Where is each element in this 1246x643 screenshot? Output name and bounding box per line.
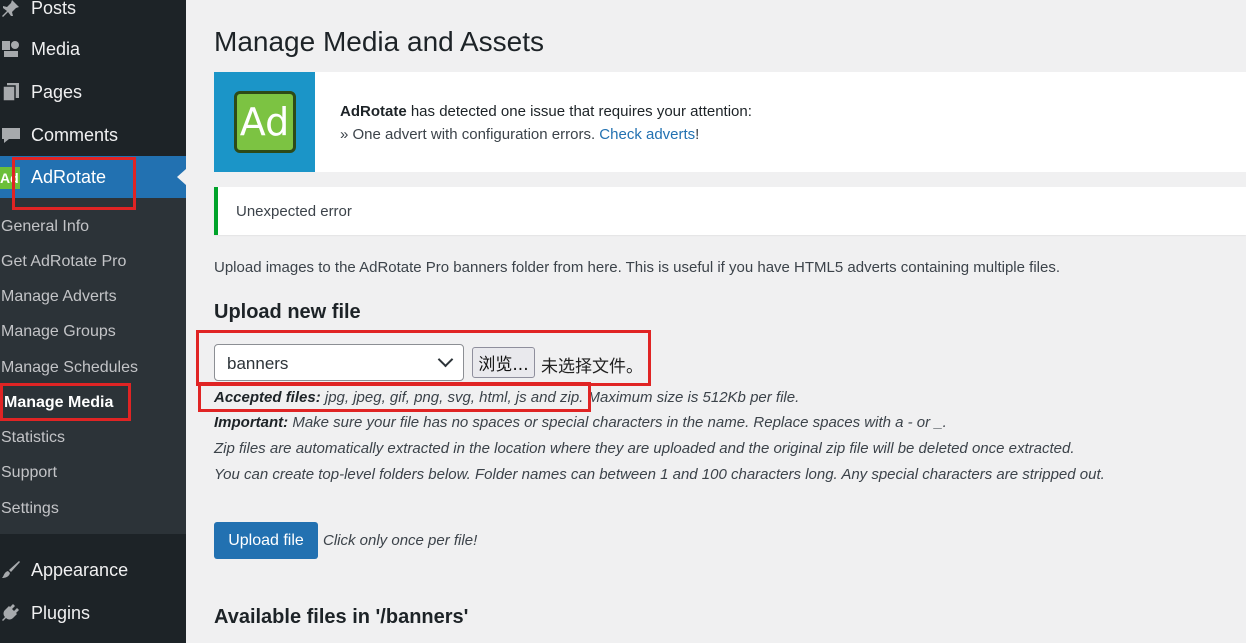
submenu-general-info[interactable]: General Info [1,218,89,236]
click-once-note: Click only once per file! [323,532,478,549]
submenu-settings[interactable]: Settings [1,500,59,518]
notice-line-2: » One advert with configuration errors. … [340,126,699,143]
current-menu-arrow [177,169,186,185]
accepted-files-text: jpg, jpeg, gif, png, svg, html, js and z… [320,389,800,406]
menu-label: Plugins [31,602,91,623]
menu-label: Pages [31,81,83,102]
notice-text: has detected one issue that requires you… [406,103,752,120]
menu-label: Comments [31,124,119,145]
upload-heading: Upload new file [214,301,361,323]
plug-icon [0,602,22,624]
folder-select[interactable]: banners [214,344,464,381]
brush-icon [0,559,22,581]
submenu-support[interactable]: Support [1,464,57,482]
menu-label: Posts [31,0,77,18]
menu-posts[interactable]: Posts [0,0,186,28]
menu-media[interactable]: Media [0,29,186,69]
adrotate-icon: Ad [0,167,20,189]
accepted-files-label: Accepted files: [214,389,321,406]
folder-select-value: banners [227,354,289,373]
menu-comments[interactable]: Comments [0,115,186,155]
page-title: Manage Media and Assets [214,26,544,57]
submenu-manage-adverts[interactable]: Manage Adverts [1,288,117,306]
pin-icon [0,0,22,19]
notice-suffix: ! [695,126,700,143]
error-notice-text: Unexpected error [236,203,352,220]
important-label: Important: [214,414,289,431]
media-icon [0,38,22,60]
menu-label: Appearance [31,559,129,580]
menu-plugins[interactable]: Plugins [0,593,186,633]
notice-line-1: AdRotate has detected one issue that req… [340,103,752,120]
chevron-down-icon [437,351,454,368]
submenu-manage-groups[interactable]: Manage Groups [1,323,116,341]
menu-pages[interactable]: Pages [0,72,186,112]
menu-label: Media [31,38,81,59]
admin-sidebar: Posts Media Pages Comments Ad AdRotate G… [0,0,186,643]
folder-note: You can create top-level folders below. … [214,466,1105,483]
notice-brand: AdRotate [340,103,407,120]
menu-appearance[interactable]: Appearance [0,550,186,590]
check-adverts-link[interactable]: Check adverts [599,126,695,143]
submenu-manage-schedules[interactable]: Manage Schedules [1,359,138,377]
upload-file-button[interactable]: Upload file [214,522,318,559]
available-files-heading: Available files in '/banners' [214,606,469,628]
pages-icon [0,81,22,103]
error-notice: Unexpected error [214,187,1246,235]
submenu-get-pro[interactable]: Get AdRotate Pro [1,253,126,271]
adrotate-notice: Ad AdRotate has detected one issue that … [214,72,1246,172]
notice-error-text: » One advert with configuration errors. [340,126,600,143]
menu-adrotate[interactable]: Ad AdRotate [0,156,186,198]
adrotate-submenu: General Info Get AdRotate Pro Manage Adv… [0,198,186,534]
adrotate-logo: Ad [214,72,315,172]
menu-label: AdRotate [31,166,107,187]
submenu-manage-media[interactable]: Manage Media [4,394,113,412]
accepted-files-note: Accepted files: jpg, jpeg, gif, png, svg… [214,389,799,406]
submenu-statistics[interactable]: Statistics [1,429,65,447]
browse-button[interactable]: 浏览... [472,347,535,378]
no-file-selected-text: 未选择文件。 [541,357,643,377]
adrotate-logo-icon: Ad [233,91,296,153]
comments-icon [0,124,22,146]
intro-text: Upload images to the AdRotate Pro banner… [214,259,1060,276]
important-text: Make sure your file has no spaces or spe… [288,414,947,431]
important-note: Important: Make sure your file has no sp… [214,414,947,431]
zip-note: Zip files are automatically extracted in… [214,440,1075,457]
